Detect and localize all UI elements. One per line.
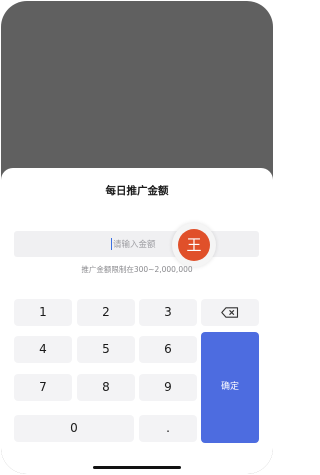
key-1[interactable]: 1 [14,299,72,326]
text-caret [111,238,112,250]
amount-input[interactable]: 请输入金额 [14,231,259,257]
key-8[interactable]: 8 [77,374,135,401]
key-0[interactable]: 0 [14,415,134,442]
key-label: 4 [39,342,47,356]
avatar: 王 [178,229,210,261]
key-label: 7 [39,380,47,394]
key-7[interactable]: 7 [14,374,72,401]
key-9[interactable]: 9 [139,374,197,401]
key-label: 8 [102,380,110,394]
key-label: . [166,421,170,435]
phone-frame: 每日推广金额 请输入金额 王 推广金额限制在300~2,000,000 1 2 … [0,0,274,475]
key-label: 6 [164,342,172,356]
amount-input-placeholder: 请输入金额 [113,240,156,250]
confirm-button[interactable]: 确定 [201,332,259,443]
delete-key[interactable] [201,299,259,326]
key-3[interactable]: 3 [139,299,197,326]
key-label: 1 [39,305,47,319]
key-decimal[interactable]: . [139,415,197,442]
key-label: 0 [70,421,78,435]
key-6[interactable]: 6 [139,336,197,363]
backspace-icon [221,307,239,318]
floating-avatar[interactable]: 王 [172,223,216,267]
key-4[interactable]: 4 [14,336,72,363]
key-label: 2 [102,305,110,319]
screen: 每日推广金额 请输入金额 王 推广金额限制在300~2,000,000 1 2 … [1,1,273,474]
sheet-title: 每日推广金额 [105,185,169,197]
key-label: 3 [164,305,172,319]
key-2[interactable]: 2 [77,299,135,326]
amount-bottom-sheet: 每日推广金额 请输入金额 王 推广金额限制在300~2,000,000 1 2 … [1,168,273,474]
key-label: 9 [164,380,172,394]
home-indicator [93,466,181,469]
key-5[interactable]: 5 [77,336,135,363]
key-label: 5 [102,342,110,356]
range-hint: 推广金额限制在300~2,000,000 [81,265,193,274]
